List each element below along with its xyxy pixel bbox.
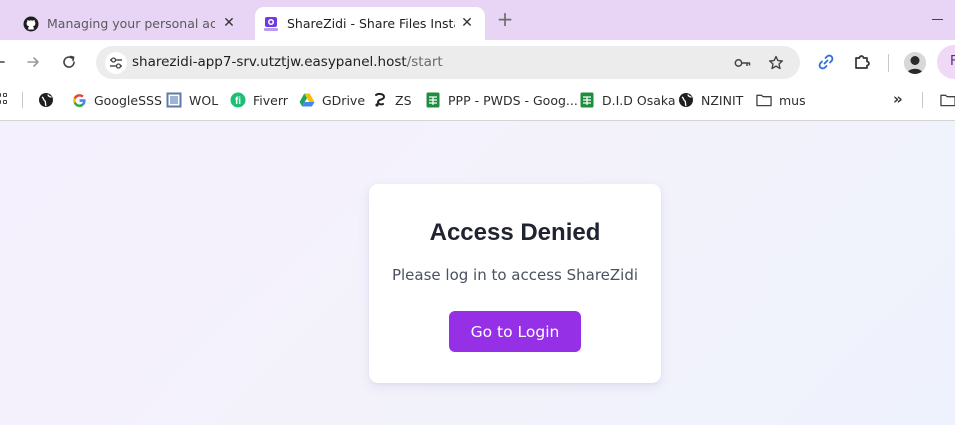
- bookmarks-divider: [22, 92, 23, 108]
- bookmark-label: WOL: [189, 92, 219, 108]
- bookmark-wol[interactable]: WOL: [166, 91, 218, 109]
- access-message: Please log in to access ShareZidi: [391, 266, 639, 284]
- toolbar-divider: [888, 54, 889, 72]
- profile-button[interactable]: F: [937, 45, 955, 79]
- url-host: sharezidi-app7-srv.utztjw.easypanel.host: [132, 54, 407, 70]
- bookmark-gdrive[interactable]: GDrive: [299, 91, 365, 109]
- forward-arrow-icon[interactable]: [22, 51, 44, 73]
- zs-icon: [372, 92, 388, 108]
- bookmark-zs[interactable]: ZS: [372, 91, 412, 109]
- bookmark-nzinit[interactable]: NZINIT: [678, 91, 743, 109]
- close-tab-icon[interactable]: ✕: [459, 15, 475, 31]
- globe-icon: [678, 92, 694, 108]
- google-icon: [71, 92, 87, 108]
- sheets-icon: [425, 92, 441, 108]
- bookmark-did-osaka[interactable]: D.I.D Osaka: [579, 91, 676, 109]
- back-arrow-icon[interactable]: [0, 51, 10, 73]
- tab-title: ShareZidi - Share Files Instantly: [287, 16, 455, 31]
- password-key-icon[interactable]: [732, 52, 754, 74]
- tab-title: Managing your personal access tokens - G…: [47, 16, 215, 31]
- bookmark-label: NZINIT: [701, 92, 744, 108]
- bookmark-label: D.I.D Osaka: [602, 92, 676, 108]
- go-to-login-button[interactable]: Go to Login: [449, 311, 581, 352]
- bookmark-label: GDrive: [322, 92, 366, 108]
- bookmark-star-icon[interactable]: [765, 52, 787, 74]
- bookmark-folder-mus[interactable]: mus: [756, 91, 806, 109]
- all-bookmarks-folder[interactable]: [940, 91, 955, 109]
- svg-text:fi: fi: [235, 96, 241, 107]
- frame-icon: [166, 92, 182, 108]
- reload-icon[interactable]: [58, 51, 80, 73]
- bookmark-label: ZS: [395, 92, 412, 108]
- github-icon: [23, 16, 39, 32]
- url-text[interactable]: sharezidi-app7-srv.utztjw.easypanel.host…: [132, 54, 443, 70]
- page-viewport: Access Denied Please log in to access Sh…: [0, 121, 955, 425]
- bookmark-label: Fiverr: [253, 92, 288, 108]
- site-settings-icon[interactable]: [105, 52, 127, 74]
- bookmark-ppp-pwds[interactable]: PPP - PWDS - Goog...: [425, 91, 578, 109]
- bookmarks-overflow-button[interactable]: »: [893, 90, 903, 108]
- url-path: /start: [406, 54, 443, 70]
- tab-sharezidi[interactable]: ShareZidi - Share Files Instantly ✕: [255, 7, 485, 40]
- bookmark-googlesss[interactable]: GoogleSSS: [71, 91, 162, 109]
- gdrive-icon: [299, 92, 315, 108]
- globe-icon: [38, 92, 54, 108]
- folder-icon: [756, 92, 772, 108]
- fiverr-icon: fi: [230, 92, 246, 108]
- sheets-icon: [579, 92, 595, 108]
- link-icon[interactable]: [815, 51, 837, 73]
- access-denied-card: Access Denied Please log in to access Sh…: [369, 184, 661, 383]
- page-title: Access Denied: [429, 219, 601, 246]
- bookmark-label: mus: [779, 92, 806, 108]
- bookmark-fiverr[interactable]: fi Fiverr: [230, 91, 288, 109]
- bookmarks-divider: [922, 92, 923, 108]
- bookmark-globe[interactable]: [38, 91, 61, 109]
- bookmarks-bar: GoogleSSS WOL fi Fiverr GDrive ZS PPP - …: [0, 85, 955, 114]
- sharezidi-logo-icon: [263, 16, 279, 32]
- new-tab-button[interactable]: +: [495, 9, 515, 30]
- tab-github-docs[interactable]: Managing your personal access tokens - G…: [9, 7, 247, 40]
- extensions-puzzle-icon[interactable]: [851, 51, 873, 73]
- tab-strip: Managing your personal access tokens - G…: [0, 0, 955, 40]
- avatar[interactable]: [904, 52, 926, 74]
- apps-grid-icon[interactable]: [0, 93, 10, 107]
- minimize-window-button[interactable]: [930, 10, 946, 30]
- bookmark-label: GoogleSSS: [94, 92, 162, 108]
- folder-icon: [940, 92, 955, 108]
- address-bar[interactable]: sharezidi-app7-srv.utztjw.easypanel.host…: [96, 46, 800, 79]
- browser-toolbar: sharezidi-app7-srv.utztjw.easypanel.host…: [0, 40, 955, 85]
- close-tab-icon[interactable]: ✕: [221, 15, 237, 31]
- bookmark-label: PPP - PWDS - Goog...: [448, 92, 578, 108]
